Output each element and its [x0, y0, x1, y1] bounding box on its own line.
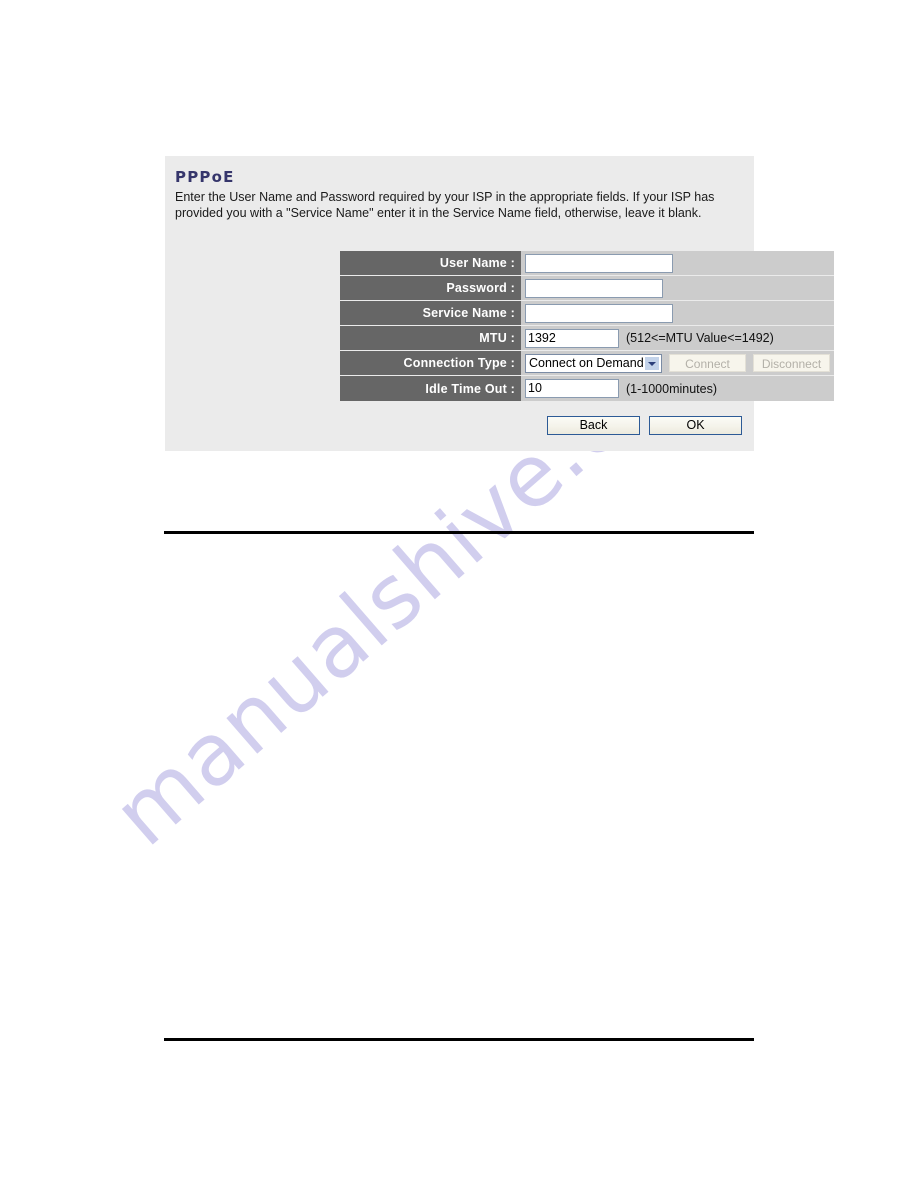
disconnect-button[interactable]: Disconnect — [753, 354, 830, 372]
chevron-down-icon[interactable] — [644, 355, 660, 371]
panel-footer-buttons: Back OK — [538, 416, 742, 435]
page-title: PPPoE — [175, 168, 235, 186]
label-service-name: Service Name : — [340, 301, 521, 326]
service-name-input[interactable] — [525, 303, 673, 323]
mtu-range-hint: (512<=MTU Value<=1492) — [626, 331, 774, 345]
panel-description: Enter the User Name and Password require… — [175, 190, 715, 220]
page-root: manualshive.com PPPoE Enter the User Nam… — [0, 0, 918, 1188]
connect-button[interactable]: Connect — [669, 354, 746, 372]
label-mtu: MTU : — [340, 326, 521, 351]
page-rule-bottom — [164, 1038, 754, 1041]
password-input[interactable] — [525, 278, 663, 298]
page-rule-top — [164, 531, 754, 534]
idle-time-out-range-hint: (1-1000minutes) — [626, 381, 718, 396]
mtu-input[interactable] — [525, 328, 619, 348]
table-row: Idle Time Out : (1-1000minutes) — [340, 376, 834, 401]
label-idle-time-out: Idle Time Out : — [340, 376, 521, 401]
label-connection-type: Connection Type : — [340, 351, 521, 376]
pppoe-form-table: User Name : Password : Service Name : MT… — [340, 251, 834, 401]
table-row: Connection Type : Connect on Demand Conn… — [340, 351, 834, 376]
table-row: MTU : (512<=MTU Value<=1492) — [340, 326, 834, 351]
table-row: Service Name : — [340, 301, 834, 326]
pppoe-config-panel: PPPoE Enter the User Name and Password r… — [165, 156, 834, 451]
connection-type-selected-value: Connect on Demand — [529, 355, 644, 370]
value-service-name — [521, 301, 834, 326]
panel-header: PPPoE Enter the User Name and Password r… — [165, 156, 754, 221]
value-connection-type: Connect on Demand Connect Disconnect — [521, 351, 834, 376]
idle-time-out-input[interactable] — [525, 379, 619, 398]
value-idle-time-out: (1-1000minutes) — [521, 376, 834, 401]
user-name-input[interactable] — [525, 253, 673, 273]
back-button[interactable]: Back — [547, 416, 640, 435]
table-row: User Name : — [340, 251, 834, 276]
table-row: Password : — [340, 276, 834, 301]
label-password: Password : — [340, 276, 521, 301]
value-mtu: (512<=MTU Value<=1492) — [521, 326, 834, 351]
connection-type-select[interactable]: Connect on Demand — [525, 353, 662, 373]
value-user-name — [521, 251, 834, 276]
ok-button[interactable]: OK — [649, 416, 742, 435]
label-user-name: User Name : — [340, 251, 521, 276]
value-password — [521, 276, 834, 301]
